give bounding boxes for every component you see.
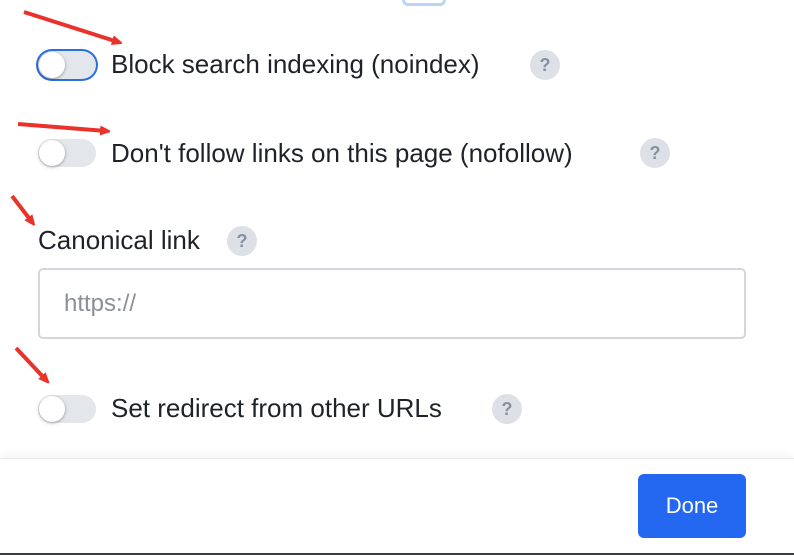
canonical-label: Canonical link — [38, 225, 200, 255]
nofollow-label: Don't follow links on this page (nofollo… — [111, 138, 573, 168]
toggle-knob — [39, 396, 65, 422]
canonical-link-input[interactable] — [38, 268, 746, 339]
noindex-toggle[interactable] — [38, 51, 96, 79]
canonical-help-icon[interactable]: ? — [227, 226, 257, 256]
toggle-knob — [39, 140, 65, 166]
redirect-toggle[interactable] — [38, 395, 96, 423]
annotation-arrow — [10, 194, 32, 222]
annotation-arrow — [14, 346, 46, 380]
annotation-arrow — [23, 10, 118, 42]
redirect-help-icon[interactable]: ? — [492, 394, 522, 424]
annotation-arrow — [17, 122, 106, 131]
nofollow-toggle[interactable] — [38, 139, 96, 167]
done-button[interactable]: Done — [638, 474, 746, 538]
redirect-label: Set redirect from other URLs — [111, 393, 442, 423]
seo-settings-panel: Block search indexing (noindex) ? Don't … — [0, 0, 794, 458]
partial-control-top — [402, 0, 446, 6]
toggle-knob — [39, 52, 65, 78]
noindex-label: Block search indexing (noindex) — [111, 49, 480, 79]
nofollow-help-icon[interactable]: ? — [640, 138, 670, 168]
noindex-help-icon[interactable]: ? — [530, 50, 560, 80]
